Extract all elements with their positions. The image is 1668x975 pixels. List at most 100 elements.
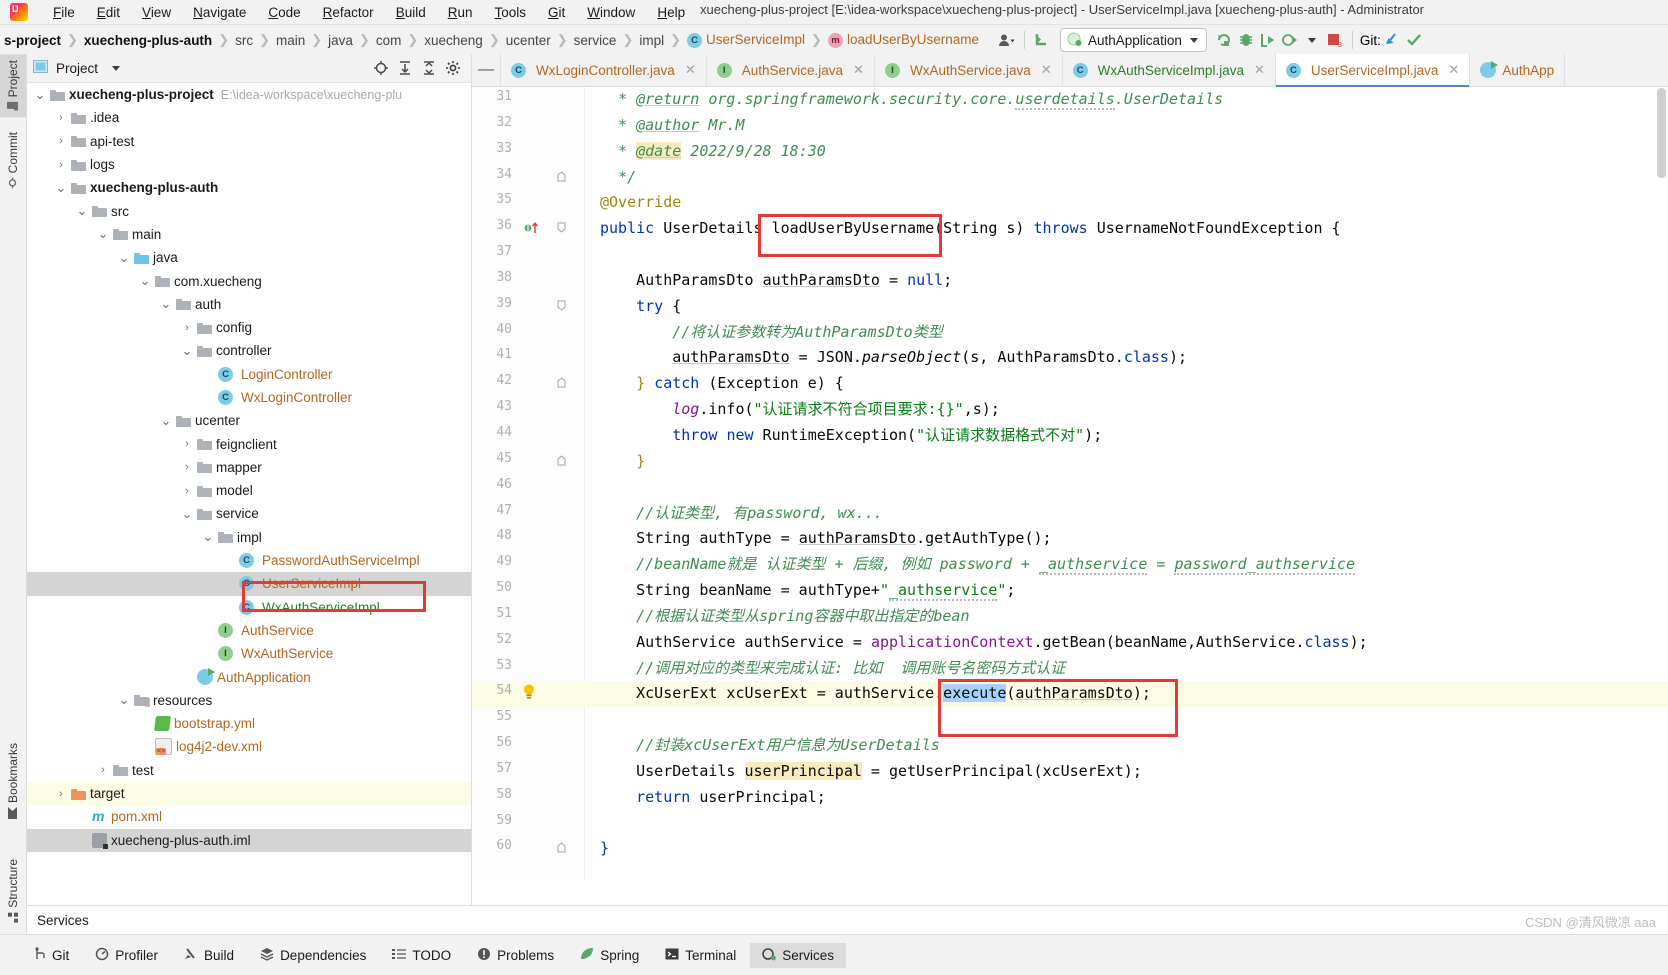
code-line-42[interactable]: } catch (Exception e) { [584,371,1668,397]
sidebar-item-project[interactable]: Project [0,54,26,118]
close-icon[interactable]: ✕ [853,62,864,78]
gutter-line-32[interactable]: 32 [472,113,584,139]
tree-arrow[interactable]: › [54,112,68,124]
code-line-33[interactable]: * @date 2022/9/28 18:30 [584,139,1668,165]
breadcrumb-item-userserviceimpl[interactable]: C UserServiceImpl [685,32,807,48]
override-marker-icon[interactable] [524,220,540,238]
code-line-51[interactable]: //根据认证类型从spring容器中取出指定的bean [584,604,1668,630]
sidebar-item-commit[interactable]: Commit [0,126,26,194]
status-item-build[interactable]: Build [172,943,246,968]
status-item-services[interactable]: Services [750,942,846,968]
tree-node-logincontroller[interactable]: C LoginController [27,363,471,386]
tree-node-controller[interactable]: ⌄ controller [27,339,471,362]
menu-item-help[interactable]: Help [646,3,696,22]
profile-dropdown-icon[interactable] [1301,29,1323,51]
git-update-icon[interactable] [1381,29,1403,51]
tree-node-feignclient[interactable]: › feignclient [27,432,471,455]
tree-arrow[interactable]: › [54,159,68,171]
tree-arrow[interactable]: › [54,135,68,147]
code-line-54[interactable]: XcUserExt xcUserExt = authService.execut… [584,681,1668,708]
code-line-56[interactable]: //封装xcUserExt用户信息为UserDetails [584,733,1668,759]
back-arrow-icon[interactable] [1032,29,1054,51]
chevron-down-icon[interactable] [112,65,121,71]
fold-end-icon[interactable] [557,377,566,391]
settings-gear-icon[interactable] [441,56,465,80]
tree-node-xuecheng-plus-auth-iml[interactable]: xuecheng-plus-auth.iml [27,828,471,852]
code-line-34[interactable]: */ [584,165,1668,191]
tree-arrow-expanded[interactable]: ⌄ [54,181,68,194]
status-item-git[interactable]: Git [0,943,81,968]
tree-node-target[interactable]: › target [27,781,471,806]
code-line-60[interactable]: } [584,836,1668,862]
code-line-48[interactable]: String authType = authParamsDto.getAuthT… [584,526,1668,552]
tree-arrow-expanded[interactable]: ⌄ [159,414,173,427]
gutter-line-58[interactable]: 58 [472,785,584,811]
breadcrumb-item-impl[interactable]: impl [637,33,666,48]
editor-vertical-scrollbar[interactable] [1657,88,1666,178]
gutter-line-48[interactable]: 48 [472,526,584,552]
gutter-line-35[interactable]: 35 [472,190,584,216]
code-line-41[interactable]: authParamsDto = JSON.parseObject(s, Auth… [584,345,1668,371]
tree-arrow[interactable]: › [54,788,68,800]
tree-node-wxauthservice[interactable]: I WxAuthService [27,642,471,665]
tree-node-com-xuecheng[interactable]: ⌄ com.xuecheng [27,269,471,292]
expand-all-icon[interactable] [393,56,417,80]
editor-gutter[interactable]: 31 32 33 34 35 36 37 38 39 40 41 42 43 44 45 46 47 48 49 50… [472,87,585,880]
tree-node-mapper[interactable]: › mapper [27,456,471,479]
code-line-57[interactable]: UserDetails userPrincipal = getUserPrinc… [584,759,1668,785]
code-line-31[interactable]: * @return org.springframework.security.c… [584,87,1668,113]
menu-item-edit[interactable]: Edit [86,3,131,22]
gutter-line-36[interactable]: 36 [472,216,584,242]
code-line-52[interactable]: AuthService authService = applicationCon… [584,630,1668,656]
breadcrumb-item-java[interactable]: java [326,33,355,48]
menu-item-git[interactable]: Git [537,3,576,22]
gutter-line-41[interactable]: 41 [472,345,584,371]
tree-node-xuecheng-plus-auth[interactable]: ⌄ xuecheng-plus-auth [27,176,471,199]
tree-node-log4j2-dev-xml[interactable]: log4j2-dev.xml [27,735,471,758]
code-line-44[interactable]: throw new RuntimeException("认证请求数据格式不对")… [584,423,1668,449]
code-line-35[interactable]: @Override [584,190,1668,216]
gutter-line-57[interactable]: 57 [472,759,584,785]
tree-node-resources[interactable]: ⌄ resources [27,689,471,712]
close-icon[interactable]: ✕ [1254,62,1265,78]
gutter-line-47[interactable]: 47 [472,501,584,527]
project-tree[interactable]: ⌄ xuecheng-plus-project E:\idea-workspace\… [27,83,471,935]
tree-arrow-expanded[interactable]: ⌄ [117,693,131,706]
editor-lines[interactable]: * @return org.springframework.security.c… [584,87,1668,880]
gutter-line-60[interactable]: 60 [472,836,584,862]
menu-item-tools[interactable]: Tools [484,3,538,22]
tree-node-ucenter[interactable]: ⌄ ucenter [27,409,471,432]
breadcrumb-item-xuecheng[interactable]: xuecheng [422,33,485,48]
gutter-line-38[interactable]: 38 [472,268,584,294]
code-line-50[interactable]: String beanName = authType+"_authservice… [584,578,1668,604]
code-line-46[interactable] [584,475,1668,501]
gutter-line-44[interactable]: 44 [472,423,584,449]
tree-node-api-test[interactable]: › api-test [27,130,471,153]
code-line-32[interactable]: * @author Mr.M [584,113,1668,139]
menu-item-navigate[interactable]: Navigate [182,3,257,22]
tree-arrow[interactable]: › [96,764,110,776]
tree-arrow-expanded[interactable]: ⌄ [33,88,47,101]
code-line-45[interactable]: } [584,449,1668,475]
gutter-line-55[interactable]: 55 [472,707,584,733]
gutter-line-46[interactable]: 46 [472,475,584,501]
gutter-line-34[interactable]: 34 [472,165,584,191]
gutter-line-45[interactable]: 45 [472,449,584,475]
gutter-line-40[interactable]: 40 [472,320,584,346]
tree-arrow[interactable]: › [180,461,194,473]
tree-node-bootstrap-yml[interactable]: bootstrap.yml [27,712,471,735]
breadcrumb-item-s-project[interactable]: s-project [2,33,63,48]
tree-arrow-expanded[interactable]: ⌄ [96,227,110,240]
hide-tabs-icon[interactable]: — [472,54,501,86]
tree-arrow-expanded[interactable]: ⌄ [138,274,152,287]
fold-end-icon[interactable] [557,455,566,469]
tree-node-java[interactable]: ⌄ java [27,246,471,269]
collapse-all-icon[interactable] [417,56,441,80]
rerun-icon[interactable] [1213,29,1235,51]
tree-node--idea[interactable]: › .idea [27,106,471,129]
tree-arrow[interactable]: › [180,438,194,450]
tree-node-src[interactable]: ⌄ src [27,199,471,222]
status-item-todo[interactable]: TODO [380,943,463,968]
code-line-37[interactable] [584,242,1668,268]
fold-start-icon[interactable] [557,222,566,236]
